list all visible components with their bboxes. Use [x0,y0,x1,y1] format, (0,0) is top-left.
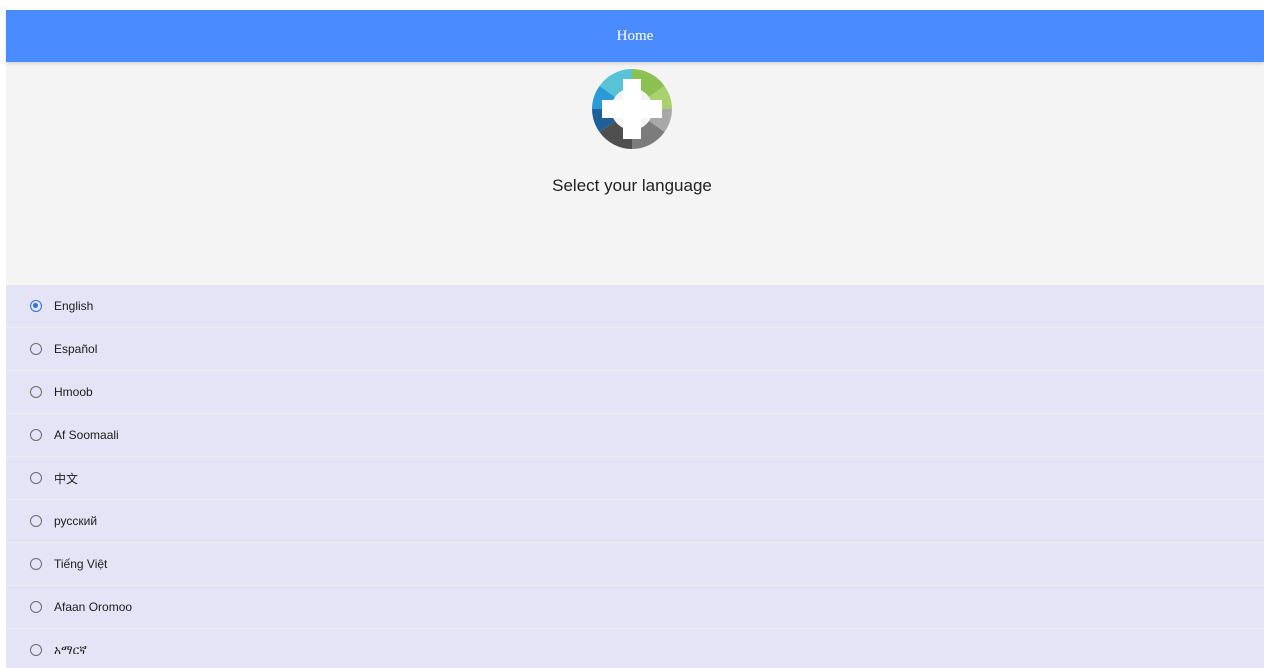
top-app-bar: Home [6,10,1264,62]
language-option-afaan-oromoo[interactable]: Afaan Oromoo [6,586,1264,629]
language-option-label: Afaan Oromoo [54,600,133,614]
language-list: English Español Hmoob Af Soomaali 中文 русский T… [6,285,1264,668]
radio-unselected-icon[interactable] [30,343,42,355]
radio-unselected-icon[interactable] [30,472,42,484]
radio-selected-icon[interactable] [30,300,42,312]
language-option-label: Hmoob [54,385,93,399]
radio-unselected-icon[interactable] [30,558,42,570]
radio-unselected-icon[interactable] [30,386,42,398]
language-option-label: አማርኛ [54,642,87,657]
radio-unselected-icon[interactable] [30,515,42,527]
radio-unselected-icon[interactable] [30,601,42,613]
language-option-label: English [54,299,94,313]
language-option-label: Español [54,342,98,356]
language-option-label: 中文 [54,471,79,486]
language-option-espan-ol[interactable]: Español [6,328,1264,371]
language-option-lang-4[interactable]: 中文 [6,457,1264,500]
language-option-af-soomaali[interactable]: Af Soomaali [6,414,1264,457]
language-option-lang-8[interactable]: አማርኛ [6,629,1264,668]
language-option-tie-ng-vie-t[interactable]: Tiếng Việt [6,543,1264,586]
language-option-label: Tiếng Việt [54,557,108,571]
radio-unselected-icon[interactable] [30,429,42,441]
select-language-heading: Select your language [552,176,712,195]
language-option-hmoob[interactable]: Hmoob [6,371,1264,414]
language-option-lang-5[interactable]: русский [6,500,1264,543]
language-option-label: Af Soomaali [54,428,119,442]
cross-medical-logo-icon [592,69,672,149]
radio-unselected-icon[interactable] [30,644,42,656]
language-option-label: русский [54,514,98,528]
page-title: Home [616,27,654,44]
language-selection-page: Home Select your language English Español… [0,0,1264,668]
language-option-english[interactable]: English [6,285,1264,328]
